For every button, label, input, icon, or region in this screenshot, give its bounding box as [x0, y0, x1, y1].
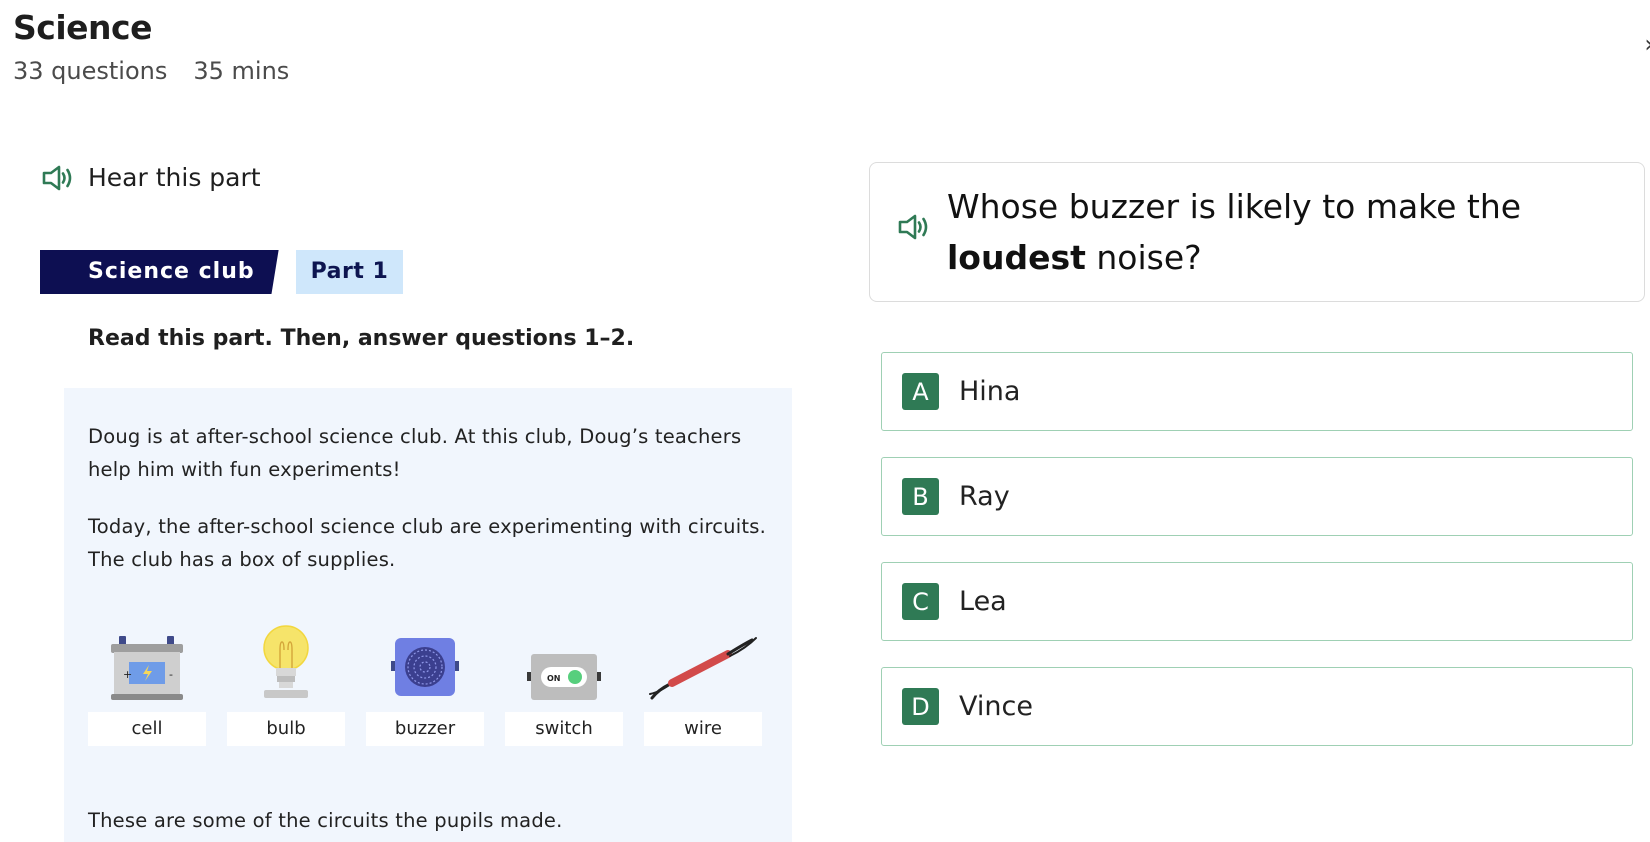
buzzer-icon [366, 616, 484, 702]
supplies-list: + - cell bulb buzzer ON switch wire [88, 616, 768, 746]
supply-label: cell [88, 712, 206, 746]
topic-tag: Science club [40, 250, 279, 294]
option-label: Ray [959, 481, 1010, 512]
answer-option-b[interactable]: B Ray [881, 457, 1633, 536]
question-emphasis: loudest [947, 238, 1086, 277]
option-label: Lea [959, 586, 1007, 617]
supply-item: bulb [227, 616, 345, 746]
switch-icon: ON [505, 616, 623, 702]
supply-label: wire [644, 712, 762, 746]
answer-option-c[interactable]: C Lea [881, 562, 1633, 641]
supply-label: switch [505, 712, 623, 746]
cell-icon: + - [88, 616, 206, 702]
option-label: Hina [959, 376, 1021, 407]
option-letter: C [902, 583, 939, 620]
option-letter: A [902, 373, 939, 410]
passage-tags: Science club Part 1 [40, 250, 404, 294]
supply-item: buzzer [366, 616, 484, 746]
answer-option-a[interactable]: A Hina [881, 352, 1633, 431]
question-text: Whose buzzer is likely to make the loude… [947, 187, 1522, 277]
hear-part-button[interactable]: Hear this part [42, 163, 261, 192]
option-letter: D [902, 688, 939, 725]
passage-paragraph: These are some of the circuits the pupil… [88, 809, 563, 832]
part-tag: Part 1 [295, 250, 404, 294]
chevron-right-icon[interactable]: › [1644, 30, 1650, 58]
supply-label: bulb [227, 712, 345, 746]
svg-text:-: - [169, 668, 173, 681]
answer-options: A Hina B Ray C Lea D Vince [881, 352, 1633, 772]
speaker-icon[interactable] [898, 213, 930, 241]
passage-paragraph: Today, the after-school science club are… [88, 515, 766, 571]
speaker-icon [42, 164, 74, 192]
supply-label: buzzer [366, 712, 484, 746]
passage-panel: Hear this part Science club Part 1 Read … [0, 0, 820, 842]
supply-item: ON switch [505, 616, 623, 746]
bulb-icon [227, 616, 345, 702]
passage-paragraph: Doug is at after-school science club. At… [88, 425, 742, 481]
wire-icon [644, 616, 762, 702]
supply-item: wire [644, 616, 762, 746]
passage-instruction: Read this part. Then, answer questions 1… [88, 326, 635, 351]
supply-item: + - cell [88, 616, 206, 746]
option-label: Vince [959, 691, 1033, 722]
hear-part-label: Hear this part [88, 163, 261, 192]
option-letter: B [902, 478, 939, 515]
answer-option-d[interactable]: D Vince [881, 667, 1633, 746]
question-card: Whose buzzer is likely to make the loude… [869, 162, 1645, 302]
passage-text: Doug is at after-school science club. At… [64, 388, 792, 842]
switch-on-text: ON [547, 674, 561, 683]
svg-text:+: + [123, 668, 132, 681]
